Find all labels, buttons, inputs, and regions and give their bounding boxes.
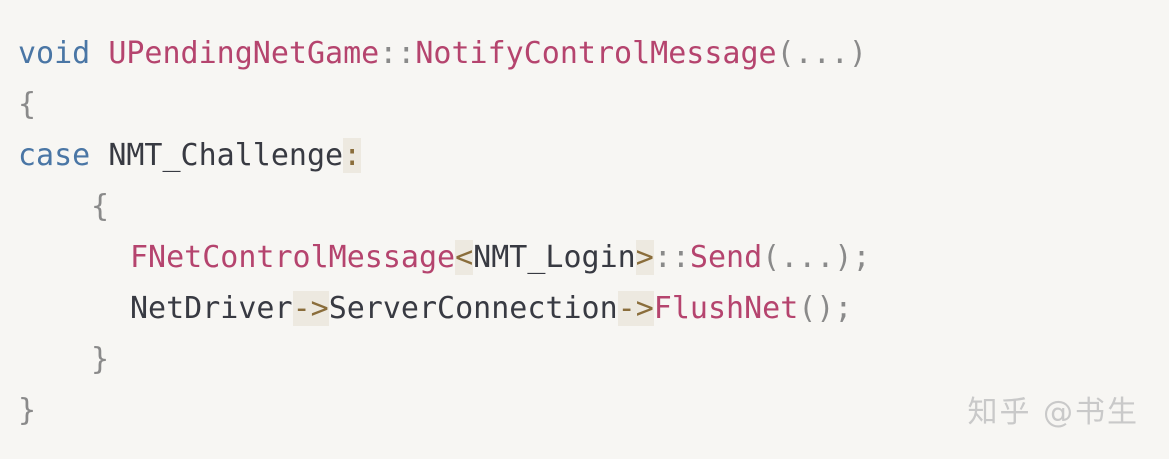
case-colon: : xyxy=(343,138,362,173)
keyword-void: void xyxy=(18,36,91,71)
flush-arguments: (); xyxy=(798,291,853,326)
net-driver-object: NetDriver xyxy=(130,291,293,326)
server-connection-member: ServerConnection xyxy=(328,291,618,326)
message-class-name: FNetControlMessage xyxy=(130,240,456,275)
keyword-case: case xyxy=(18,138,91,173)
method-name: NotifyControlMessage xyxy=(415,36,777,71)
arrow-operator: -> xyxy=(617,291,654,326)
scope-operator-send: :: xyxy=(653,240,690,275)
watermark-text: 知乎 @书生 xyxy=(967,395,1139,430)
code-line-function-signature: void UPendingNetGame::NotifyControlMessa… xyxy=(18,28,1169,79)
template-close: > xyxy=(635,240,654,275)
code-line-inner-close-brace: } xyxy=(18,334,1169,385)
send-method: Send xyxy=(689,240,763,275)
template-open: < xyxy=(455,240,474,275)
case-label: NMT_Challenge xyxy=(108,138,344,173)
send-arguments: (...); xyxy=(762,240,871,275)
close-brace: } xyxy=(18,393,37,428)
arguments: (...) xyxy=(776,36,867,71)
class-name: UPendingNetGame xyxy=(108,36,380,71)
scope-operator: :: xyxy=(379,36,416,71)
inner-close-brace: } xyxy=(91,342,110,377)
arrow-operator: -> xyxy=(292,291,329,326)
code-line-case: case NMT_Challenge: xyxy=(18,130,1169,181)
code-line-flush: NetDriver->ServerConnection->FlushNet(); xyxy=(18,283,1169,334)
open-brace: { xyxy=(18,87,37,122)
code-block: void UPendingNetGame::NotifyControlMessa… xyxy=(0,0,1169,459)
code-line-inner-open-brace: { xyxy=(18,181,1169,232)
template-argument: NMT_Login xyxy=(473,240,636,275)
inner-open-brace: { xyxy=(91,189,110,224)
flush-net-method: FlushNet xyxy=(653,291,799,326)
code-line-send: FNetControlMessage<NMT_Login>::Send(...)… xyxy=(18,232,1169,283)
code-line-open-brace: { xyxy=(18,79,1169,130)
